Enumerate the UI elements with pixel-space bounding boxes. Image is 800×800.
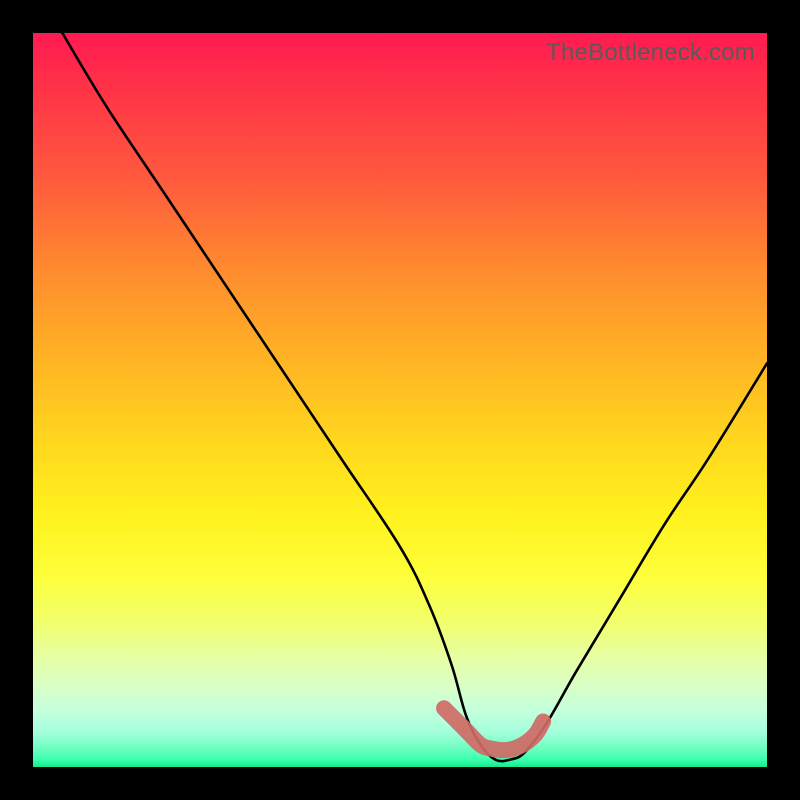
bottleneck-curve: [62, 33, 767, 761]
chart-frame: TheBottleneck.com: [0, 0, 800, 800]
plot-area: TheBottleneck.com: [33, 33, 767, 767]
curve-layer: [33, 33, 767, 767]
highlight-band: [444, 708, 543, 750]
